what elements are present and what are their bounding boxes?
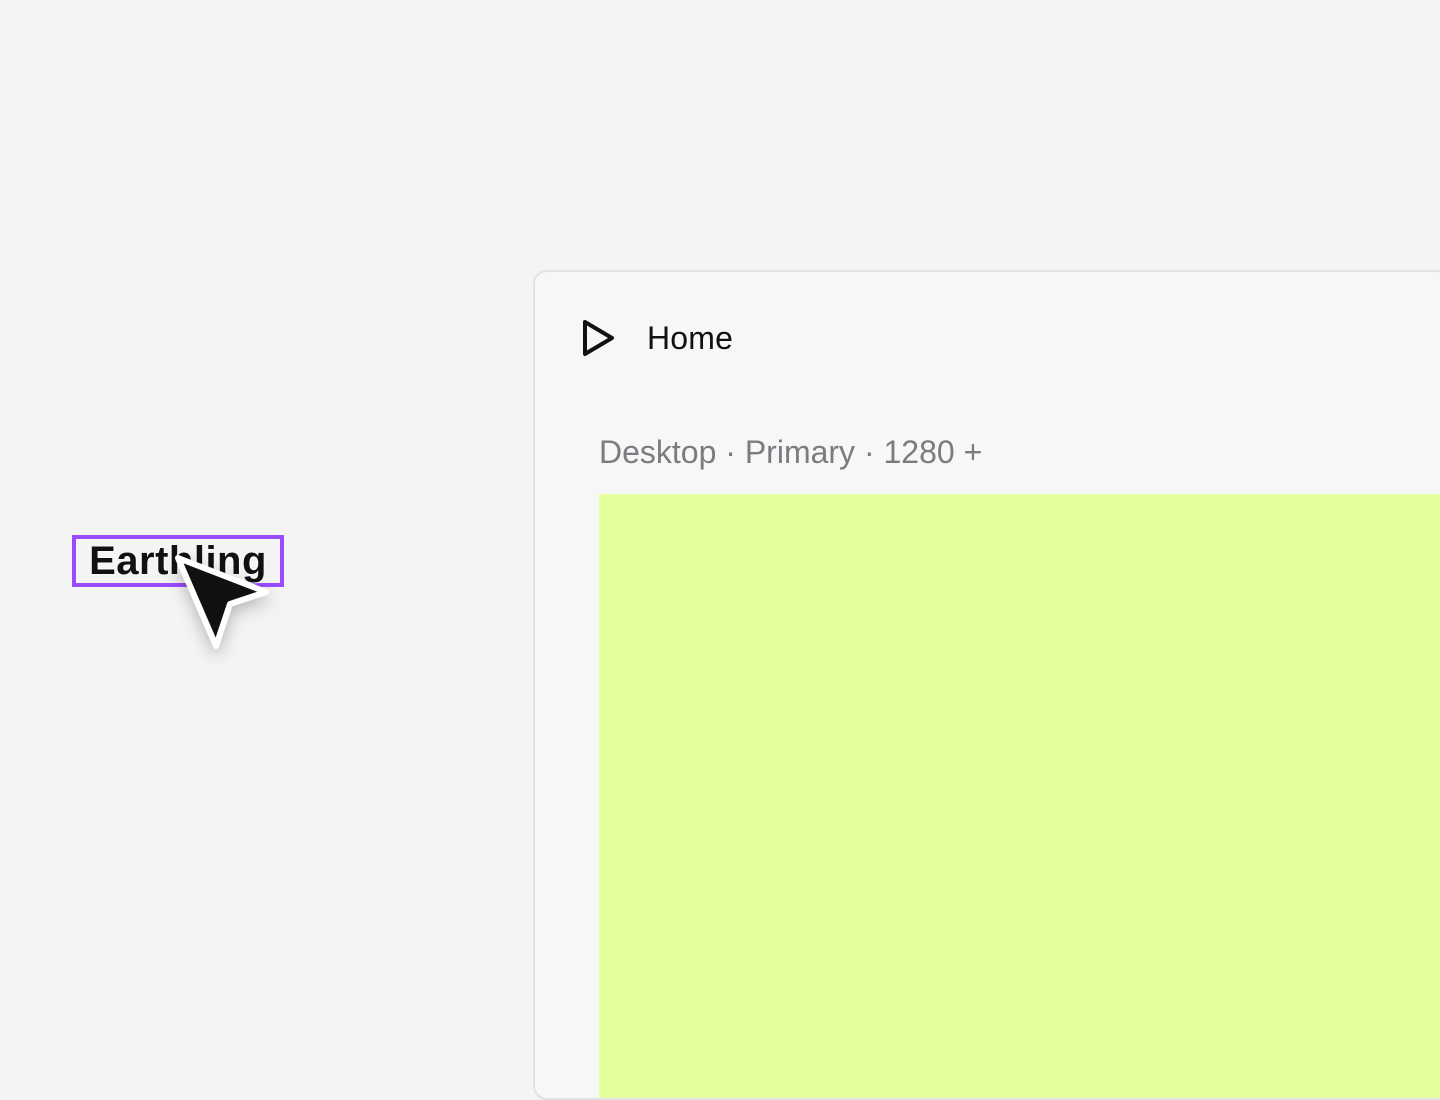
selected-text-layer[interactable]: Earthling <box>72 535 284 587</box>
frame-panel-home[interactable]: Home Desktop · Primary · 1280 + <box>533 270 1440 1100</box>
frame-preview[interactable] <box>599 494 1440 1098</box>
frame-label[interactable]: Desktop · Primary · 1280 + <box>599 434 982 471</box>
text-layer-label: Earthling <box>89 539 267 583</box>
play-icon[interactable] <box>579 317 617 359</box>
panel-header: Home <box>579 316 733 360</box>
panel-title: Home <box>647 319 734 356</box>
design-canvas[interactable]: Home Desktop · Primary · 1280 + Earthlin… <box>0 0 1440 1100</box>
